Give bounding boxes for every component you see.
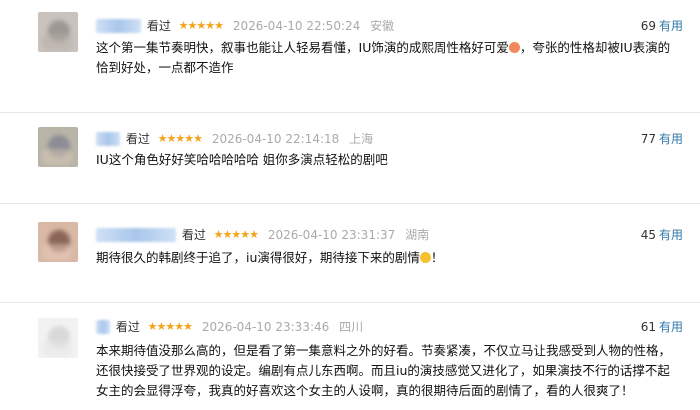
review-content: IU这个角色好好笑哈哈哈哈哈 姐你多演点轻松的剧吧 [96, 150, 678, 170]
vote-area: 61 有用 [641, 319, 683, 335]
review-meta: 看过 ★★★★★ 2026-04-10 23:33:46 四川 [96, 319, 363, 335]
username-redacted[interactable] [96, 19, 141, 33]
useful-button[interactable]: 有用 [659, 228, 683, 242]
review-time: 2026-04-10 22:50:24 [232, 19, 361, 33]
rating-stars: ★★★★★ [213, 228, 259, 241]
avatar[interactable] [38, 12, 78, 52]
avatar[interactable] [38, 127, 78, 167]
review-content: 期待很久的韩剧终于追了，iu演得很好，期待接下来的剧情 ！ [96, 248, 678, 268]
review-meta: 看过 ★★★★★ 2026-04-10 22:14:18 上海 [96, 131, 373, 147]
review-text-tail: ！ [430, 250, 444, 265]
review-text: 这个第一集节奏明快，叙事也能让人轻易看懂，IU饰演的成熙周性格好可爱 [96, 40, 509, 55]
username-redacted[interactable] [96, 228, 176, 242]
review-time: 2026-04-10 23:33:46 [201, 320, 330, 334]
review-meta: 看过 ★★★★★ 2026-04-10 23:31:37 湖南 [96, 227, 429, 243]
vote-count: 61 [640, 320, 656, 334]
review-content: 本来期待值没那么高的，但是看了第一集意料之外的好看。节奏紧凑，不仅立马让我感受到… [96, 341, 678, 401]
divider [0, 302, 700, 303]
vote-count: 77 [640, 132, 656, 146]
review-text: 期待很久的韩剧终于追了，iu演得很好，期待接下来的剧情 [96, 250, 420, 265]
username-redacted[interactable] [96, 132, 120, 146]
avatar[interactable] [38, 318, 78, 358]
review-location: 上海 [349, 132, 374, 146]
watch-status: 看过 [115, 320, 140, 334]
review-location: 安徽 [370, 19, 395, 33]
avatar[interactable] [38, 222, 78, 262]
review-location: 湖南 [405, 228, 430, 242]
review-time: 2026-04-10 22:14:18 [211, 132, 340, 146]
review-meta: 看过 ★★★★★ 2026-04-10 22:50:24 安徽 [96, 18, 394, 34]
watch-status: 看过 [146, 19, 171, 33]
review-text: 本来期待值没那么高的，但是看了第一集意料之外的好看。节奏紧凑，不仅立马让我感受到… [96, 343, 672, 398]
vote-area: 77 有用 [641, 131, 683, 147]
review-time: 2026-04-10 23:31:37 [267, 228, 396, 242]
useful-button[interactable]: 有用 [659, 320, 683, 334]
vote-area: 69 有用 [641, 18, 683, 34]
watch-status: 看过 [125, 132, 150, 146]
watch-status: 看过 [181, 228, 206, 242]
vote-area: 45 有用 [641, 227, 683, 243]
smiling-face-with-hearts-icon [508, 42, 520, 53]
rating-stars: ★★★★★ [147, 320, 193, 333]
useful-button[interactable]: 有用 [659, 132, 683, 146]
useful-button[interactable]: 有用 [659, 19, 683, 33]
username-redacted[interactable] [96, 320, 110, 334]
review-content: 这个第一集节奏明快，叙事也能让人轻易看懂，IU饰演的成熙周性格好可爱 ，夸张的性格… [96, 38, 678, 78]
rating-stars: ★★★★★ [157, 132, 203, 145]
review-text: IU这个角色好好笑哈哈哈哈哈 姐你多演点轻松的剧吧 [96, 152, 388, 167]
review-list: 看过 ★★★★★ 2026-04-10 22:50:24 安徽 69 有用 这个第… [0, 0, 700, 410]
rating-stars: ★★★★★ [178, 19, 224, 32]
smiling-face-icon [419, 252, 431, 263]
divider [0, 203, 700, 204]
vote-count: 69 [640, 19, 656, 33]
review-location: 四川 [339, 320, 364, 334]
divider [0, 112, 700, 113]
vote-count: 45 [640, 228, 656, 242]
